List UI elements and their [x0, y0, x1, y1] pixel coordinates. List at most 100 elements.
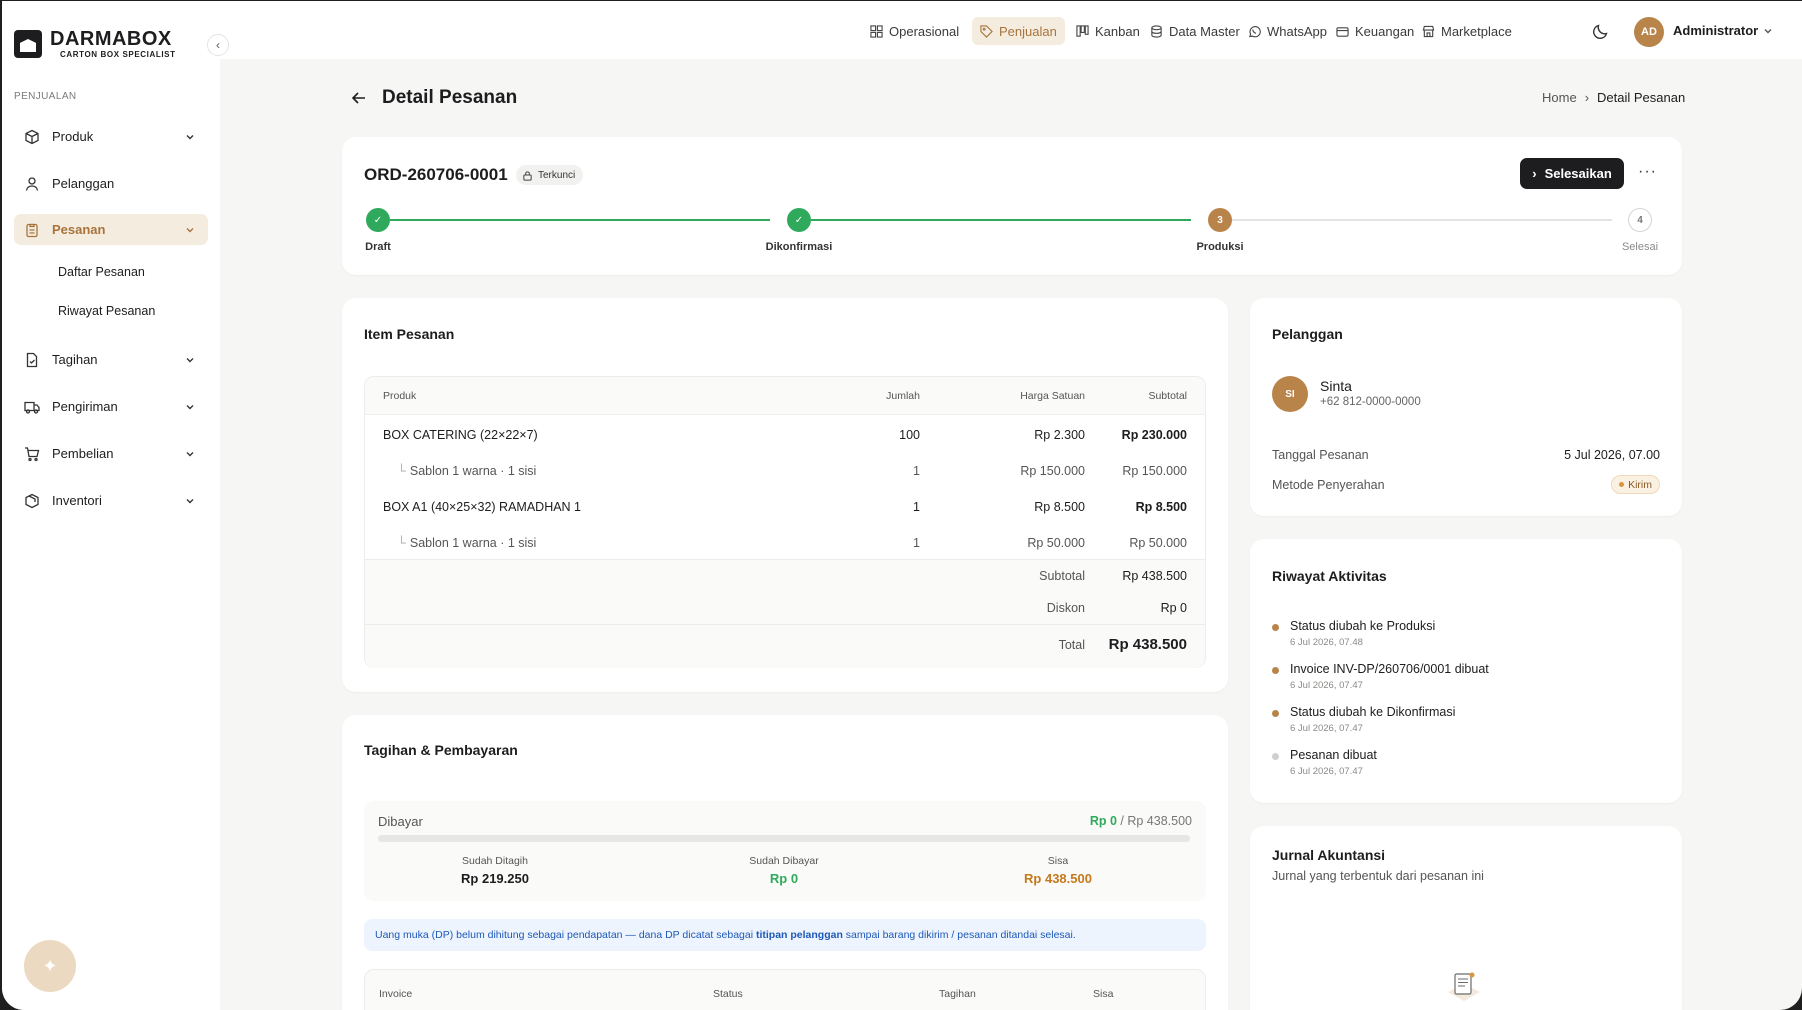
app-window: DARMABOX CARTON BOX SPECIALIST PENJUALAN… [2, 1, 1802, 1010]
payment-progress-bar [378, 835, 1190, 842]
sidebar-item-produk[interactable]: Produk [14, 121, 208, 152]
item-addon-product: └ Sablon 1 warna · 1 sisi [397, 464, 536, 478]
topnav-label: Data Master [1169, 23, 1240, 39]
breadcrumb-home[interactable]: Home [1542, 90, 1577, 105]
accounting-journal-card: Jurnal Akuntansi Jurnal yang terbentuk d… [1250, 826, 1682, 1010]
activity-time: 6 Jul 2026, 07.47 [1290, 766, 1363, 777]
sidebar-item-label: Pelanggan [52, 176, 115, 191]
sidebar-item-pengiriman[interactable]: Pengiriman [14, 391, 208, 422]
user-icon [24, 176, 40, 192]
activity-text: Pesanan dibuat [1290, 748, 1377, 762]
billing-payment-card: Tagihan & Pembayaran Dibayar Rp 0 / Rp 4… [342, 715, 1228, 1010]
subitem-arrow-icon: └ [397, 536, 406, 550]
stat-value: Rp 0 [769, 871, 799, 886]
topnav-label: Operasional [889, 23, 960, 39]
step-confirmed-check-icon: ✓ [787, 208, 811, 232]
subitem-arrow-icon: └ [397, 464, 406, 478]
top-navigation: Operasional Penjualan Kanban Data Master… [220, 1, 1802, 59]
column-header-subtotal: Subtotal [1148, 390, 1187, 402]
item-subtotal: Rp 50.000 [1129, 536, 1187, 550]
customer-phone: +62 812-0000-0000 [1320, 396, 1421, 408]
customer-avatar: SI [1272, 376, 1308, 412]
wallet-icon [1336, 26, 1349, 37]
topnav-data-master[interactable]: Data Master [1142, 17, 1248, 45]
topnav-penjualan[interactable]: Penjualan [972, 17, 1065, 45]
topnav-marketplace[interactable]: Marketplace [1414, 17, 1520, 45]
sparkle-icon: ✦ [42, 955, 58, 976]
dp-notice-text: Uang muka (DP) belum dihitung sebagai pe… [375, 929, 1076, 941]
chevron-down-icon [186, 498, 194, 503]
sidebar-collapse-button[interactable]: ‹ [207, 34, 229, 56]
item-subtotal: Rp 230.000 [1121, 428, 1187, 442]
card-title: Item Pesanan [364, 326, 455, 342]
topnav-kanban[interactable]: Kanban [1068, 17, 1148, 45]
summary-discount-value: Rp 0 [1160, 601, 1187, 615]
activity-time: 6 Jul 2026, 07.48 [1290, 637, 1363, 648]
sidebar-item-pelanggan[interactable]: Pelanggan [14, 168, 208, 199]
customer-name[interactable]: Sinta [1320, 378, 1352, 394]
page-title: Detail Pesanan [382, 87, 518, 108]
stat-remaining: Sisa Rp 438.500 [1024, 855, 1092, 886]
chevron-down-icon [186, 451, 194, 456]
sidebar-item-pembelian[interactable]: Pembelian [14, 438, 208, 469]
summary-total-value: Rp 438.500 [1108, 636, 1187, 653]
summary-subtotal-value: Rp 438.500 [1122, 569, 1187, 583]
clipboard-icon [24, 222, 40, 238]
sidebar-subitem-riwayat-pesanan[interactable]: Riwayat Pesanan [58, 304, 155, 318]
dark-mode-toggle-icon[interactable] [1592, 22, 1610, 40]
delivery-method-badge: Kirim [1611, 475, 1660, 494]
finish-button-label: Selesaikan [1544, 166, 1612, 181]
box-logo-icon [14, 30, 42, 58]
item-qty: 1 [913, 536, 920, 550]
order-date-value: 5 Jul 2026, 07.00 [1564, 448, 1660, 462]
item-subtotal: Rp 8.500 [1135, 500, 1187, 514]
step-connector-done [390, 219, 770, 221]
topnav-operasional[interactable]: Operasional [862, 17, 967, 45]
sidebar-item-label: Inventori [52, 493, 102, 508]
step-label-finished: Selesai [1621, 241, 1659, 253]
status-dot-icon [1619, 482, 1625, 487]
sidebar-item-tagihan[interactable]: Tagihan [14, 344, 208, 375]
locked-badge-label: Terkunci [538, 169, 576, 181]
stat-value: Rp 438.500 [1024, 871, 1092, 886]
stat-label: Sisa [1047, 855, 1069, 867]
summary-subtotal-label: Subtotal [1039, 569, 1085, 583]
user-name[interactable]: Administrator [1673, 23, 1758, 38]
finish-order-button[interactable]: › Selesaikan [1520, 158, 1624, 189]
column-header-qty: Jumlah [886, 390, 920, 402]
paid-value: Rp 0 / Rp 438.500 [1090, 814, 1192, 828]
item-subtotal: Rp 150.000 [1122, 464, 1187, 478]
items-table: Produk Jumlah Harga Satuan Subtotal BOX … [364, 376, 1206, 668]
user-avatar[interactable]: AD [1634, 17, 1664, 47]
payment-progress: Dibayar Rp 0 / Rp 438.500 Sudah Ditagih … [364, 801, 1206, 901]
item-qty: 1 [913, 500, 920, 514]
sidebar-subitem-daftar-pesanan[interactable]: Daftar Pesanan [58, 265, 145, 279]
chevron-right-icon: › [1532, 166, 1537, 181]
kanban-icon [1076, 24, 1089, 37]
card-title: Riwayat Aktivitas [1272, 568, 1387, 584]
brand-logo[interactable]: DARMABOX CARTON BOX SPECIALIST [14, 29, 176, 59]
chevron-down-icon[interactable] [1762, 25, 1774, 37]
sidebar-item-inventori[interactable]: Inventori [14, 485, 208, 516]
step-connector-todo [1232, 219, 1612, 221]
sidebar-item-pesanan[interactable]: Pesanan [14, 214, 208, 245]
brand-name: DARMABOX [50, 28, 172, 50]
order-status-card: ORD-260706-0001 Terkunci › Selesaikan ··… [342, 137, 1682, 275]
stat-paid: Sudah Dibayar Rp 0 [749, 855, 818, 886]
truck-icon [24, 399, 40, 415]
topnav-label: Keuangan [1355, 23, 1415, 39]
back-arrow-icon[interactable] [350, 89, 368, 107]
assistant-button[interactable]: ✦ [24, 940, 76, 992]
summary-total-label: Total [1058, 638, 1085, 652]
step-label-draft: Draft [365, 241, 391, 253]
sidebar: DARMABOX CARTON BOX SPECIALIST PENJUALAN… [2, 1, 220, 1010]
receipt-icon [24, 352, 40, 368]
order-id: ORD-260706-0001 [364, 165, 508, 184]
card-title: Pelanggan [1272, 326, 1343, 342]
sidebar-item-label: Produk [52, 129, 94, 144]
topnav-whatsapp[interactable]: WhatsApp [1240, 17, 1335, 45]
stat-value: Rp 219.250 [461, 871, 529, 886]
topnav-keuangan[interactable]: Keuangan [1328, 17, 1422, 45]
more-options-button[interactable]: ··· [1638, 163, 1657, 181]
item-qty: 100 [899, 428, 920, 442]
